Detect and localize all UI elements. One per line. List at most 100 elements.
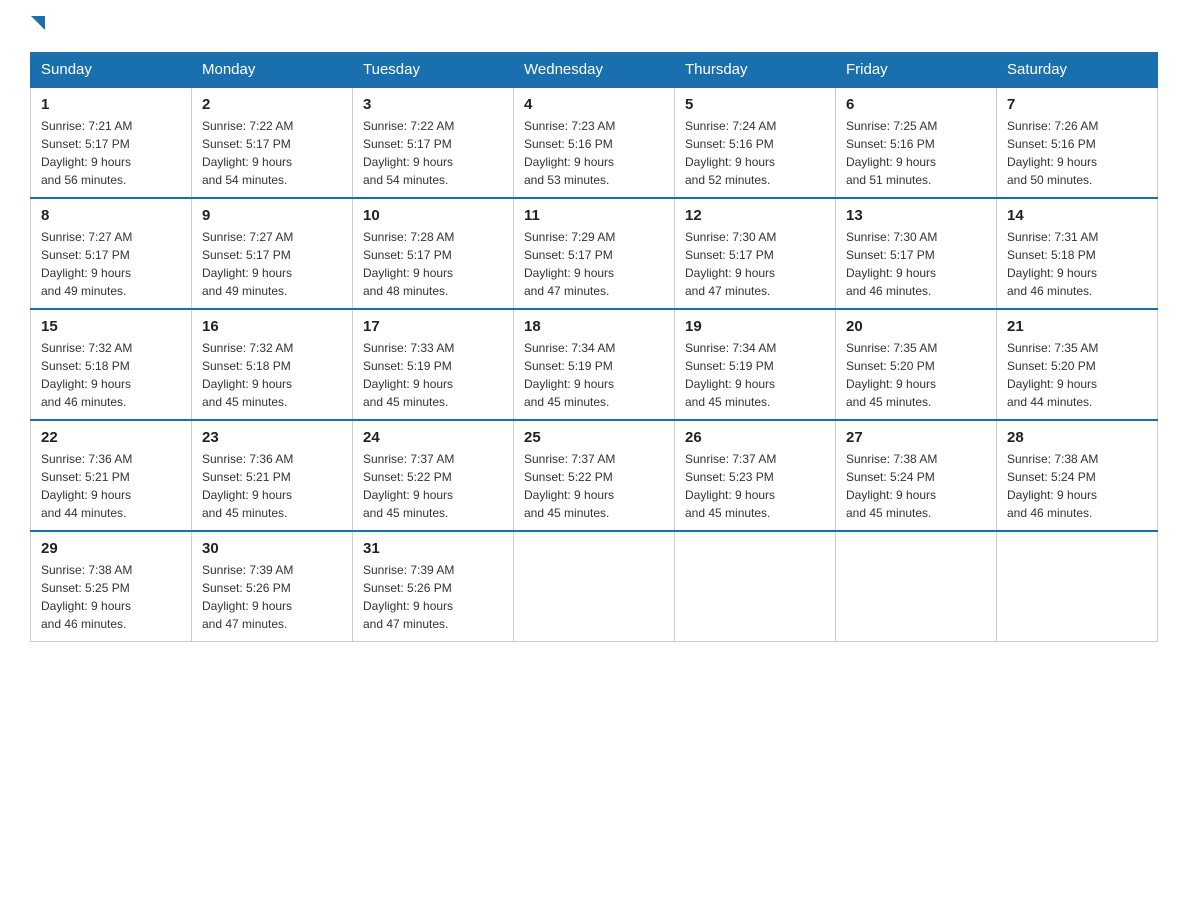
calendar-cell: 26 Sunrise: 7:37 AM Sunset: 5:23 PM Dayl… xyxy=(675,420,836,531)
day-info: Sunrise: 7:33 AM Sunset: 5:19 PM Dayligh… xyxy=(363,339,503,411)
weekday-header-saturday: Saturday xyxy=(997,53,1158,88)
day-info: Sunrise: 7:24 AM Sunset: 5:16 PM Dayligh… xyxy=(685,117,825,189)
day-info: Sunrise: 7:39 AM Sunset: 5:26 PM Dayligh… xyxy=(202,561,342,633)
calendar-cell: 14 Sunrise: 7:31 AM Sunset: 5:18 PM Dayl… xyxy=(997,198,1158,309)
calendar-cell: 8 Sunrise: 7:27 AM Sunset: 5:17 PM Dayli… xyxy=(31,198,192,309)
day-number: 16 xyxy=(202,318,342,335)
day-info: Sunrise: 7:31 AM Sunset: 5:18 PM Dayligh… xyxy=(1007,228,1147,300)
day-info: Sunrise: 7:27 AM Sunset: 5:17 PM Dayligh… xyxy=(41,228,181,300)
day-number: 8 xyxy=(41,207,181,224)
page-header xyxy=(30,20,1158,34)
day-info: Sunrise: 7:38 AM Sunset: 5:24 PM Dayligh… xyxy=(846,450,986,522)
day-number: 14 xyxy=(1007,207,1147,224)
calendar-cell: 15 Sunrise: 7:32 AM Sunset: 5:18 PM Dayl… xyxy=(31,309,192,420)
calendar-cell: 23 Sunrise: 7:36 AM Sunset: 5:21 PM Dayl… xyxy=(192,420,353,531)
calendar-cell: 29 Sunrise: 7:38 AM Sunset: 5:25 PM Dayl… xyxy=(31,531,192,642)
day-info: Sunrise: 7:37 AM Sunset: 5:22 PM Dayligh… xyxy=(524,450,664,522)
day-number: 27 xyxy=(846,429,986,446)
calendar-cell: 28 Sunrise: 7:38 AM Sunset: 5:24 PM Dayl… xyxy=(997,420,1158,531)
day-number: 29 xyxy=(41,540,181,557)
calendar-cell xyxy=(514,531,675,642)
day-info: Sunrise: 7:29 AM Sunset: 5:17 PM Dayligh… xyxy=(524,228,664,300)
day-info: Sunrise: 7:35 AM Sunset: 5:20 PM Dayligh… xyxy=(846,339,986,411)
day-info: Sunrise: 7:37 AM Sunset: 5:23 PM Dayligh… xyxy=(685,450,825,522)
calendar-table: SundayMondayTuesdayWednesdayThursdayFrid… xyxy=(30,52,1158,642)
calendar-cell xyxy=(997,531,1158,642)
day-number: 24 xyxy=(363,429,503,446)
day-info: Sunrise: 7:23 AM Sunset: 5:16 PM Dayligh… xyxy=(524,117,664,189)
day-number: 12 xyxy=(685,207,825,224)
day-info: Sunrise: 7:32 AM Sunset: 5:18 PM Dayligh… xyxy=(41,339,181,411)
day-number: 30 xyxy=(202,540,342,557)
day-info: Sunrise: 7:35 AM Sunset: 5:20 PM Dayligh… xyxy=(1007,339,1147,411)
day-number: 10 xyxy=(363,207,503,224)
weekday-header-monday: Monday xyxy=(192,53,353,88)
day-info: Sunrise: 7:28 AM Sunset: 5:17 PM Dayligh… xyxy=(363,228,503,300)
calendar-cell: 17 Sunrise: 7:33 AM Sunset: 5:19 PM Dayl… xyxy=(353,309,514,420)
calendar-cell: 11 Sunrise: 7:29 AM Sunset: 5:17 PM Dayl… xyxy=(514,198,675,309)
day-number: 19 xyxy=(685,318,825,335)
day-info: Sunrise: 7:30 AM Sunset: 5:17 PM Dayligh… xyxy=(846,228,986,300)
day-info: Sunrise: 7:26 AM Sunset: 5:16 PM Dayligh… xyxy=(1007,117,1147,189)
day-info: Sunrise: 7:38 AM Sunset: 5:25 PM Dayligh… xyxy=(41,561,181,633)
day-number: 25 xyxy=(524,429,664,446)
calendar-cell xyxy=(836,531,997,642)
calendar-cell: 27 Sunrise: 7:38 AM Sunset: 5:24 PM Dayl… xyxy=(836,420,997,531)
calendar-cell: 10 Sunrise: 7:28 AM Sunset: 5:17 PM Dayl… xyxy=(353,198,514,309)
day-number: 20 xyxy=(846,318,986,335)
calendar-cell: 5 Sunrise: 7:24 AM Sunset: 5:16 PM Dayli… xyxy=(675,87,836,198)
day-number: 4 xyxy=(524,96,664,113)
day-info: Sunrise: 7:37 AM Sunset: 5:22 PM Dayligh… xyxy=(363,450,503,522)
calendar-cell: 9 Sunrise: 7:27 AM Sunset: 5:17 PM Dayli… xyxy=(192,198,353,309)
day-info: Sunrise: 7:36 AM Sunset: 5:21 PM Dayligh… xyxy=(41,450,181,522)
day-number: 6 xyxy=(846,96,986,113)
day-number: 31 xyxy=(363,540,503,557)
calendar-cell: 22 Sunrise: 7:36 AM Sunset: 5:21 PM Dayl… xyxy=(31,420,192,531)
logo xyxy=(30,20,45,34)
day-info: Sunrise: 7:34 AM Sunset: 5:19 PM Dayligh… xyxy=(524,339,664,411)
day-number: 21 xyxy=(1007,318,1147,335)
day-number: 26 xyxy=(685,429,825,446)
calendar-cell: 4 Sunrise: 7:23 AM Sunset: 5:16 PM Dayli… xyxy=(514,87,675,198)
calendar-cell: 6 Sunrise: 7:25 AM Sunset: 5:16 PM Dayli… xyxy=(836,87,997,198)
day-info: Sunrise: 7:21 AM Sunset: 5:17 PM Dayligh… xyxy=(41,117,181,189)
calendar-cell: 24 Sunrise: 7:37 AM Sunset: 5:22 PM Dayl… xyxy=(353,420,514,531)
calendar-week-row: 1 Sunrise: 7:21 AM Sunset: 5:17 PM Dayli… xyxy=(31,87,1158,198)
weekday-header-friday: Friday xyxy=(836,53,997,88)
calendar-cell: 1 Sunrise: 7:21 AM Sunset: 5:17 PM Dayli… xyxy=(31,87,192,198)
calendar-cell: 31 Sunrise: 7:39 AM Sunset: 5:26 PM Dayl… xyxy=(353,531,514,642)
day-info: Sunrise: 7:32 AM Sunset: 5:18 PM Dayligh… xyxy=(202,339,342,411)
calendar-week-row: 15 Sunrise: 7:32 AM Sunset: 5:18 PM Dayl… xyxy=(31,309,1158,420)
day-info: Sunrise: 7:25 AM Sunset: 5:16 PM Dayligh… xyxy=(846,117,986,189)
calendar-cell: 18 Sunrise: 7:34 AM Sunset: 5:19 PM Dayl… xyxy=(514,309,675,420)
day-info: Sunrise: 7:36 AM Sunset: 5:21 PM Dayligh… xyxy=(202,450,342,522)
day-number: 15 xyxy=(41,318,181,335)
calendar-cell: 13 Sunrise: 7:30 AM Sunset: 5:17 PM Dayl… xyxy=(836,198,997,309)
calendar-cell: 30 Sunrise: 7:39 AM Sunset: 5:26 PM Dayl… xyxy=(192,531,353,642)
calendar-cell: 25 Sunrise: 7:37 AM Sunset: 5:22 PM Dayl… xyxy=(514,420,675,531)
calendar-cell: 12 Sunrise: 7:30 AM Sunset: 5:17 PM Dayl… xyxy=(675,198,836,309)
weekday-header-sunday: Sunday xyxy=(31,53,192,88)
logo-triangle-icon xyxy=(31,16,45,30)
weekday-header-wednesday: Wednesday xyxy=(514,53,675,88)
day-info: Sunrise: 7:39 AM Sunset: 5:26 PM Dayligh… xyxy=(363,561,503,633)
calendar-week-row: 29 Sunrise: 7:38 AM Sunset: 5:25 PM Dayl… xyxy=(31,531,1158,642)
weekday-header-thursday: Thursday xyxy=(675,53,836,88)
day-info: Sunrise: 7:30 AM Sunset: 5:17 PM Dayligh… xyxy=(685,228,825,300)
calendar-cell: 19 Sunrise: 7:34 AM Sunset: 5:19 PM Dayl… xyxy=(675,309,836,420)
calendar-week-row: 22 Sunrise: 7:36 AM Sunset: 5:21 PM Dayl… xyxy=(31,420,1158,531)
logo-general-text xyxy=(30,20,45,34)
calendar-week-row: 8 Sunrise: 7:27 AM Sunset: 5:17 PM Dayli… xyxy=(31,198,1158,309)
weekday-header-tuesday: Tuesday xyxy=(353,53,514,88)
day-number: 3 xyxy=(363,96,503,113)
calendar-cell: 7 Sunrise: 7:26 AM Sunset: 5:16 PM Dayli… xyxy=(997,87,1158,198)
day-info: Sunrise: 7:22 AM Sunset: 5:17 PM Dayligh… xyxy=(363,117,503,189)
day-number: 9 xyxy=(202,207,342,224)
day-number: 28 xyxy=(1007,429,1147,446)
calendar-cell: 21 Sunrise: 7:35 AM Sunset: 5:20 PM Dayl… xyxy=(997,309,1158,420)
day-info: Sunrise: 7:38 AM Sunset: 5:24 PM Dayligh… xyxy=(1007,450,1147,522)
calendar-cell: 2 Sunrise: 7:22 AM Sunset: 5:17 PM Dayli… xyxy=(192,87,353,198)
day-number: 13 xyxy=(846,207,986,224)
weekday-header-row: SundayMondayTuesdayWednesdayThursdayFrid… xyxy=(31,53,1158,88)
calendar-cell: 3 Sunrise: 7:22 AM Sunset: 5:17 PM Dayli… xyxy=(353,87,514,198)
